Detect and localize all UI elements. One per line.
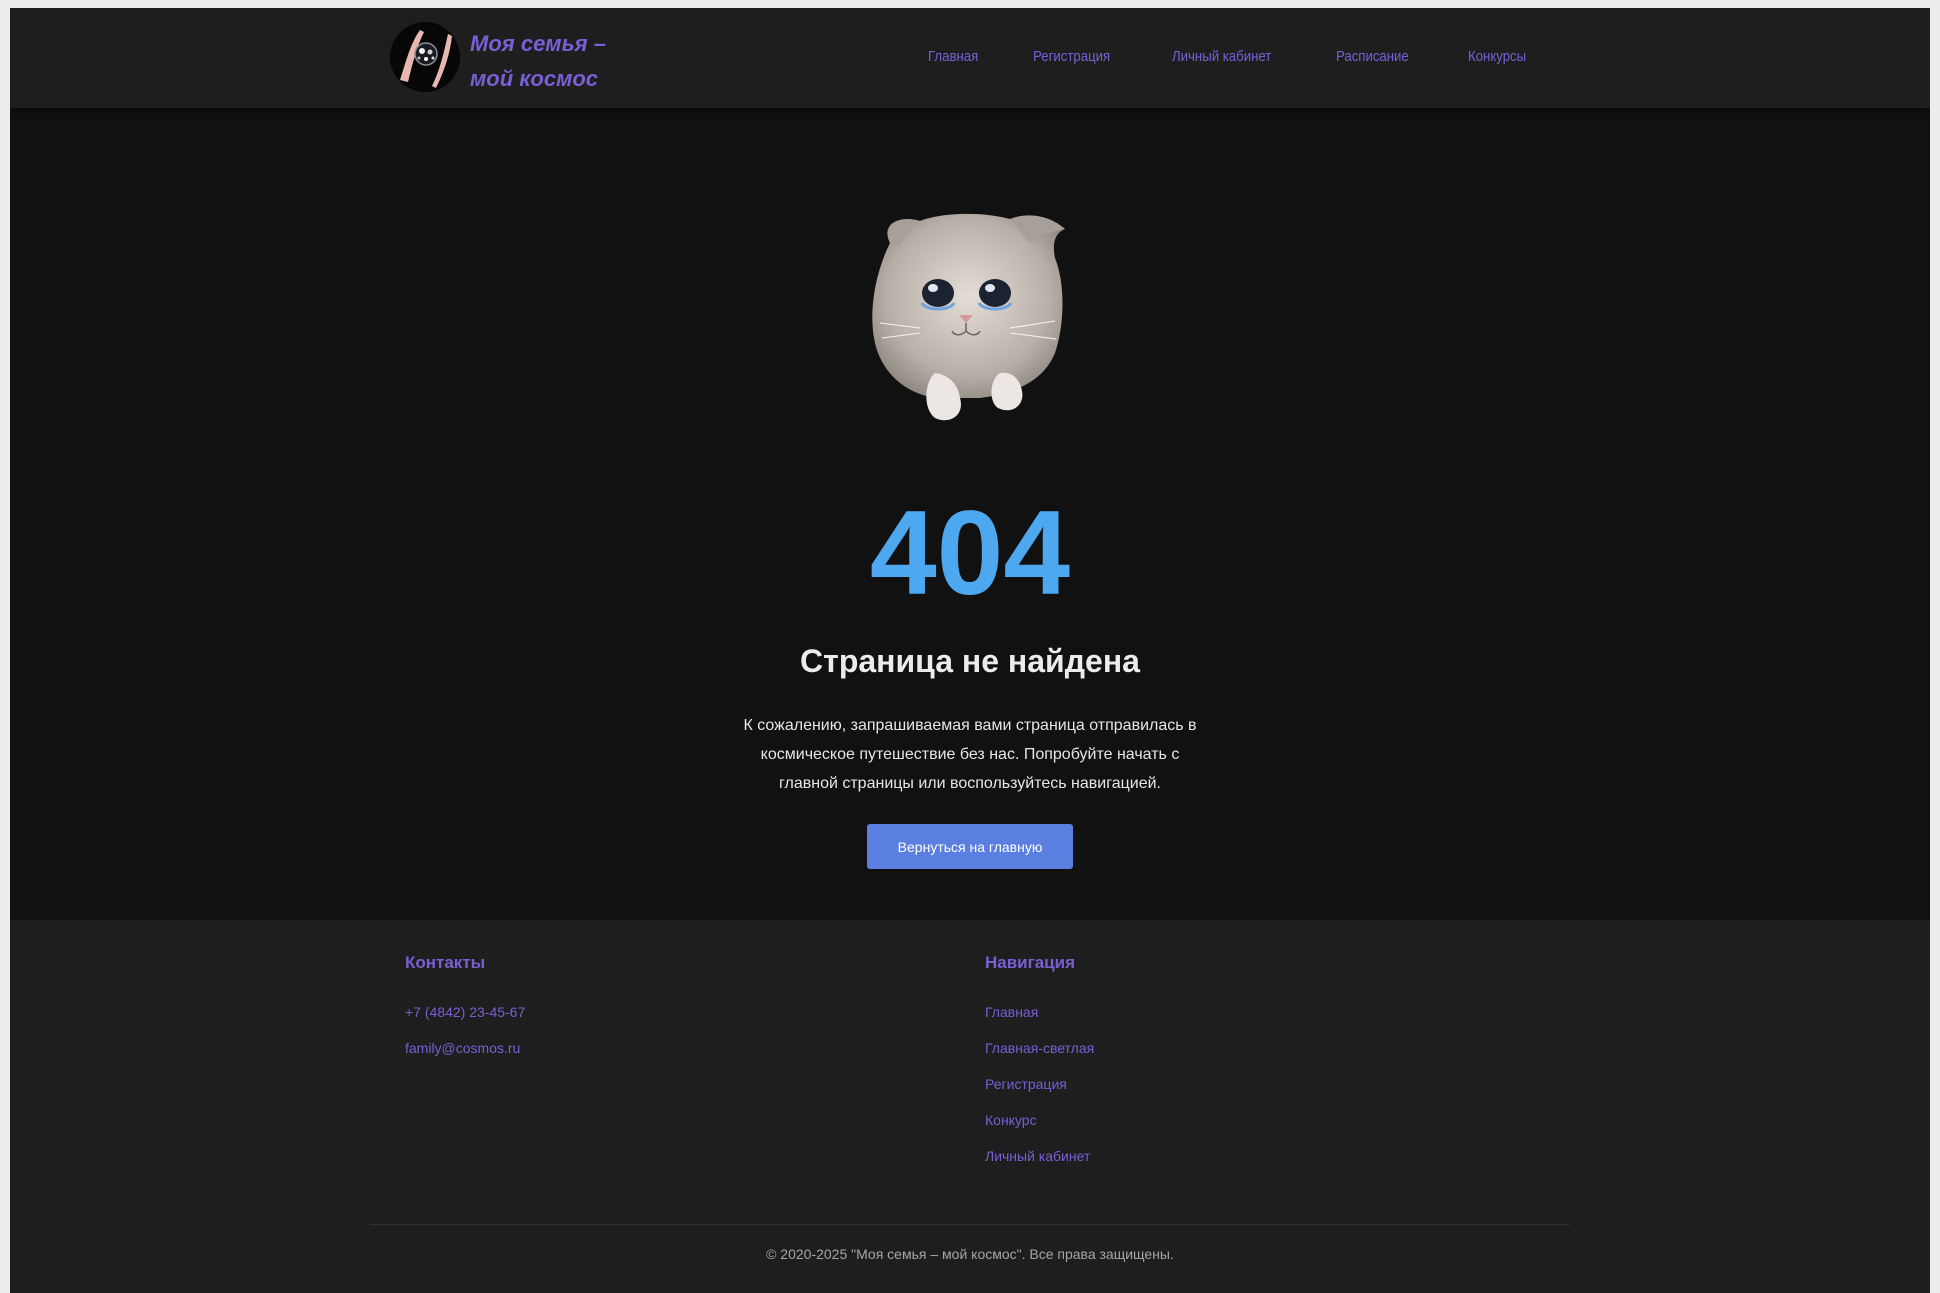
sad-cat-illustration [860, 203, 1080, 433]
footer-link-contest[interactable]: Конкурс [985, 1110, 1094, 1130]
nav-link-home[interactable]: Главная [928, 48, 978, 65]
site-header: Моя семья – мой космос Главная Регистрац… [10, 8, 1930, 108]
nav-link-schedule[interactable]: Расписание [1336, 48, 1409, 65]
page-title: Страница не найдена [800, 643, 1140, 679]
phone-link[interactable]: +7 (4842) 23-45-67 [405, 1002, 525, 1022]
nav-link-registration[interactable]: Регистрация [1033, 48, 1110, 65]
page: Моя семья – мой космос Главная Регистрац… [10, 8, 1930, 1293]
footer-link-home-light[interactable]: Главная-светлая [985, 1038, 1094, 1058]
main-nav: Главная Регистрация Личный кабинет Распи… [10, 48, 1930, 78]
footer-link-registration[interactable]: Регистрация [985, 1074, 1094, 1094]
footer-contacts: Контакты +7 (4842) 23-45-67 family@cosmo… [405, 952, 525, 1074]
footer-link-account[interactable]: Личный кабинет [985, 1146, 1094, 1166]
email-link[interactable]: family@cosmos.ru [405, 1038, 525, 1058]
nav-link-contests[interactable]: Конкурсы [1468, 48, 1526, 65]
error-description: К сожалению, запрашиваемая вами страница… [743, 717, 1197, 792]
footer-link-home[interactable]: Главная [985, 1002, 1094, 1022]
navigation-heading: Навигация [985, 953, 1075, 972]
footer-navigation: Навигация Главная Главная-светлая Регист… [985, 952, 1094, 1182]
nav-link-account[interactable]: Личный кабинет [1172, 48, 1271, 65]
back-home-button[interactable]: Вернуться на главную [867, 824, 1073, 869]
footer-divider [370, 1224, 1570, 1225]
error-code: 404 [869, 486, 1071, 620]
site-footer: Контакты +7 (4842) 23-45-67 family@cosmo… [10, 920, 1930, 1293]
contacts-heading: Контакты [405, 953, 486, 972]
copyright: © 2020-2025 "Моя семья – мой космос". Вс… [766, 1246, 1174, 1262]
